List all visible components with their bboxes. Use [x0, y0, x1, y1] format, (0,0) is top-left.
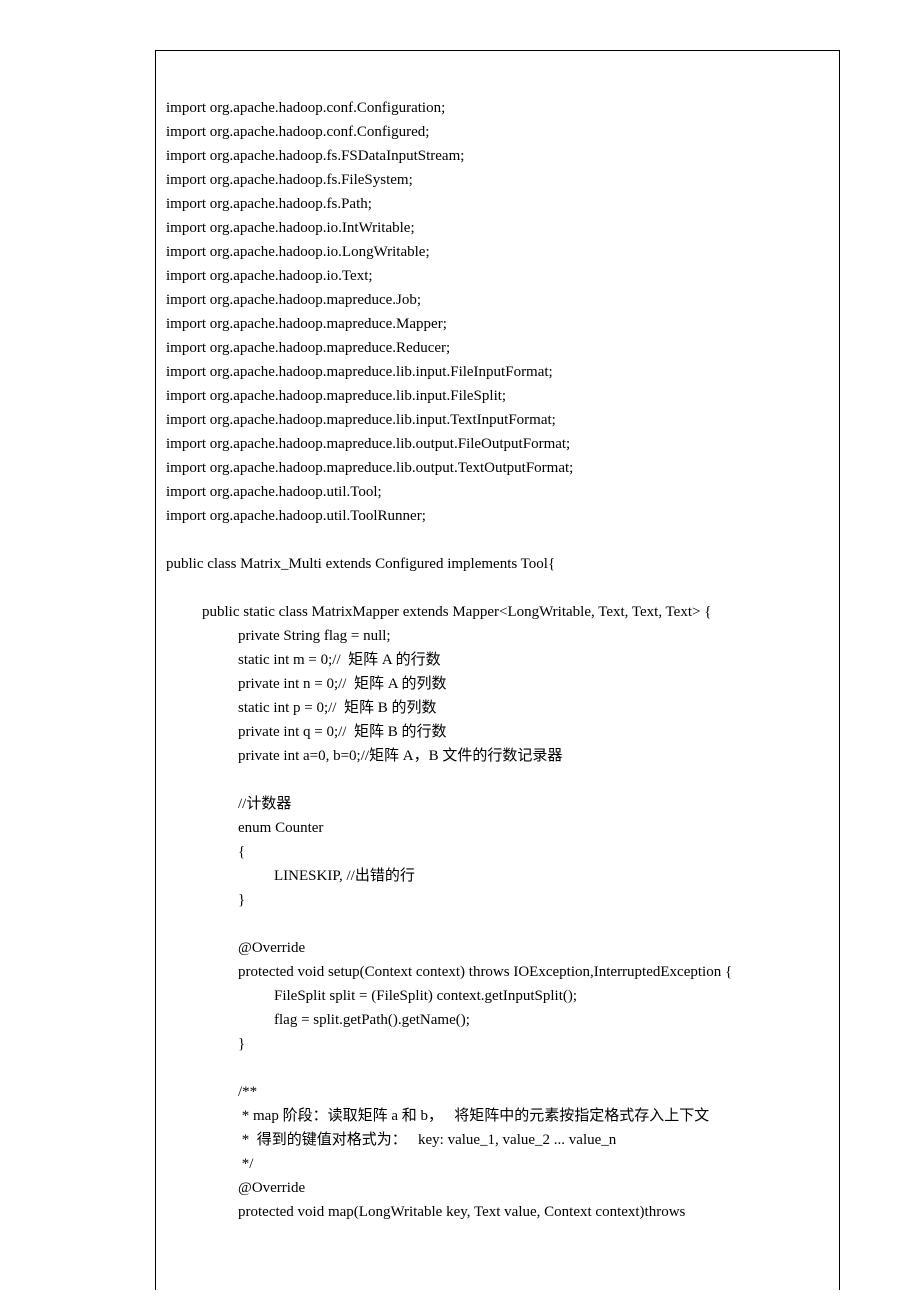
code-line: FileSplit split = (FileSplit) context.ge… — [166, 984, 827, 1008]
code-line: //计数器 — [166, 792, 827, 816]
code-line: private int a=0, b=0;//矩阵 A，B 文件的行数记录器 — [166, 744, 827, 768]
code-line: protected void setup(Context context) th… — [166, 960, 827, 984]
code-line: import org.apache.hadoop.conf.Configured… — [166, 120, 827, 144]
code-line: import org.apache.hadoop.mapreduce.lib.i… — [166, 384, 827, 408]
document-page: import org.apache.hadoop.conf.Configurat… — [0, 0, 920, 1302]
code-line: */ — [166, 1152, 827, 1176]
code-line: import org.apache.hadoop.mapreduce.lib.i… — [166, 408, 827, 432]
code-line: import org.apache.hadoop.util.Tool; — [166, 480, 827, 504]
code-line: public static class MatrixMapper extends… — [166, 600, 827, 624]
code-line: * map 阶段：读取矩阵 a 和 b， 将矩阵中的元素按指定格式存入上下文 — [166, 1104, 827, 1128]
code-line: import org.apache.hadoop.mapreduce.lib.o… — [166, 456, 827, 480]
code-line: import org.apache.hadoop.mapreduce.lib.i… — [166, 360, 827, 384]
code-line: import org.apache.hadoop.fs.FileSystem; — [166, 168, 827, 192]
code-line: private int n = 0;// 矩阵 A 的列数 — [166, 672, 827, 696]
code-line: } — [166, 1032, 827, 1056]
code-line: { — [166, 840, 827, 864]
code-line: import org.apache.hadoop.mapreduce.Job; — [166, 288, 827, 312]
code-line — [166, 576, 827, 600]
code-line: import org.apache.hadoop.mapreduce.lib.o… — [166, 432, 827, 456]
code-line: import org.apache.hadoop.util.ToolRunner… — [166, 504, 827, 528]
code-frame: import org.apache.hadoop.conf.Configurat… — [155, 50, 840, 1290]
code-line: flag = split.getPath().getName(); — [166, 1008, 827, 1032]
code-line: static int m = 0;// 矩阵 A 的行数 — [166, 648, 827, 672]
code-line: public class Matrix_Multi extends Config… — [166, 552, 827, 576]
code-line: @Override — [166, 936, 827, 960]
code-line: private int q = 0;// 矩阵 B 的行数 — [166, 720, 827, 744]
code-line: import org.apache.hadoop.mapreduce.Reduc… — [166, 336, 827, 360]
code-line: } — [166, 888, 827, 912]
code-line: import org.apache.hadoop.conf.Configurat… — [166, 96, 827, 120]
code-line: static int p = 0;// 矩阵 B 的列数 — [166, 696, 827, 720]
code-line: * 得到的键值对格式为： key: value_1, value_2 ... v… — [166, 1128, 827, 1152]
code-line: @Override — [166, 1176, 827, 1200]
code-line: import org.apache.hadoop.io.LongWritable… — [166, 240, 827, 264]
code-line: import org.apache.hadoop.fs.Path; — [166, 192, 827, 216]
code-line: /** — [166, 1080, 827, 1104]
code-line: import org.apache.hadoop.io.IntWritable; — [166, 216, 827, 240]
code-line: import org.apache.hadoop.fs.FSDataInputS… — [166, 144, 827, 168]
code-line: LINESKIP, //出错的行 — [166, 864, 827, 888]
code-line: import org.apache.hadoop.io.Text; — [166, 264, 827, 288]
code-line: enum Counter — [166, 816, 827, 840]
code-line — [166, 912, 827, 936]
code-line: protected void map(LongWritable key, Tex… — [166, 1200, 827, 1224]
code-line: import org.apache.hadoop.mapreduce.Mappe… — [166, 312, 827, 336]
code-line — [166, 528, 827, 552]
code-line: private String flag = null; — [166, 624, 827, 648]
code-line — [166, 768, 827, 792]
code-block: import org.apache.hadoop.conf.Configurat… — [166, 96, 827, 1224]
code-line — [166, 1056, 827, 1080]
